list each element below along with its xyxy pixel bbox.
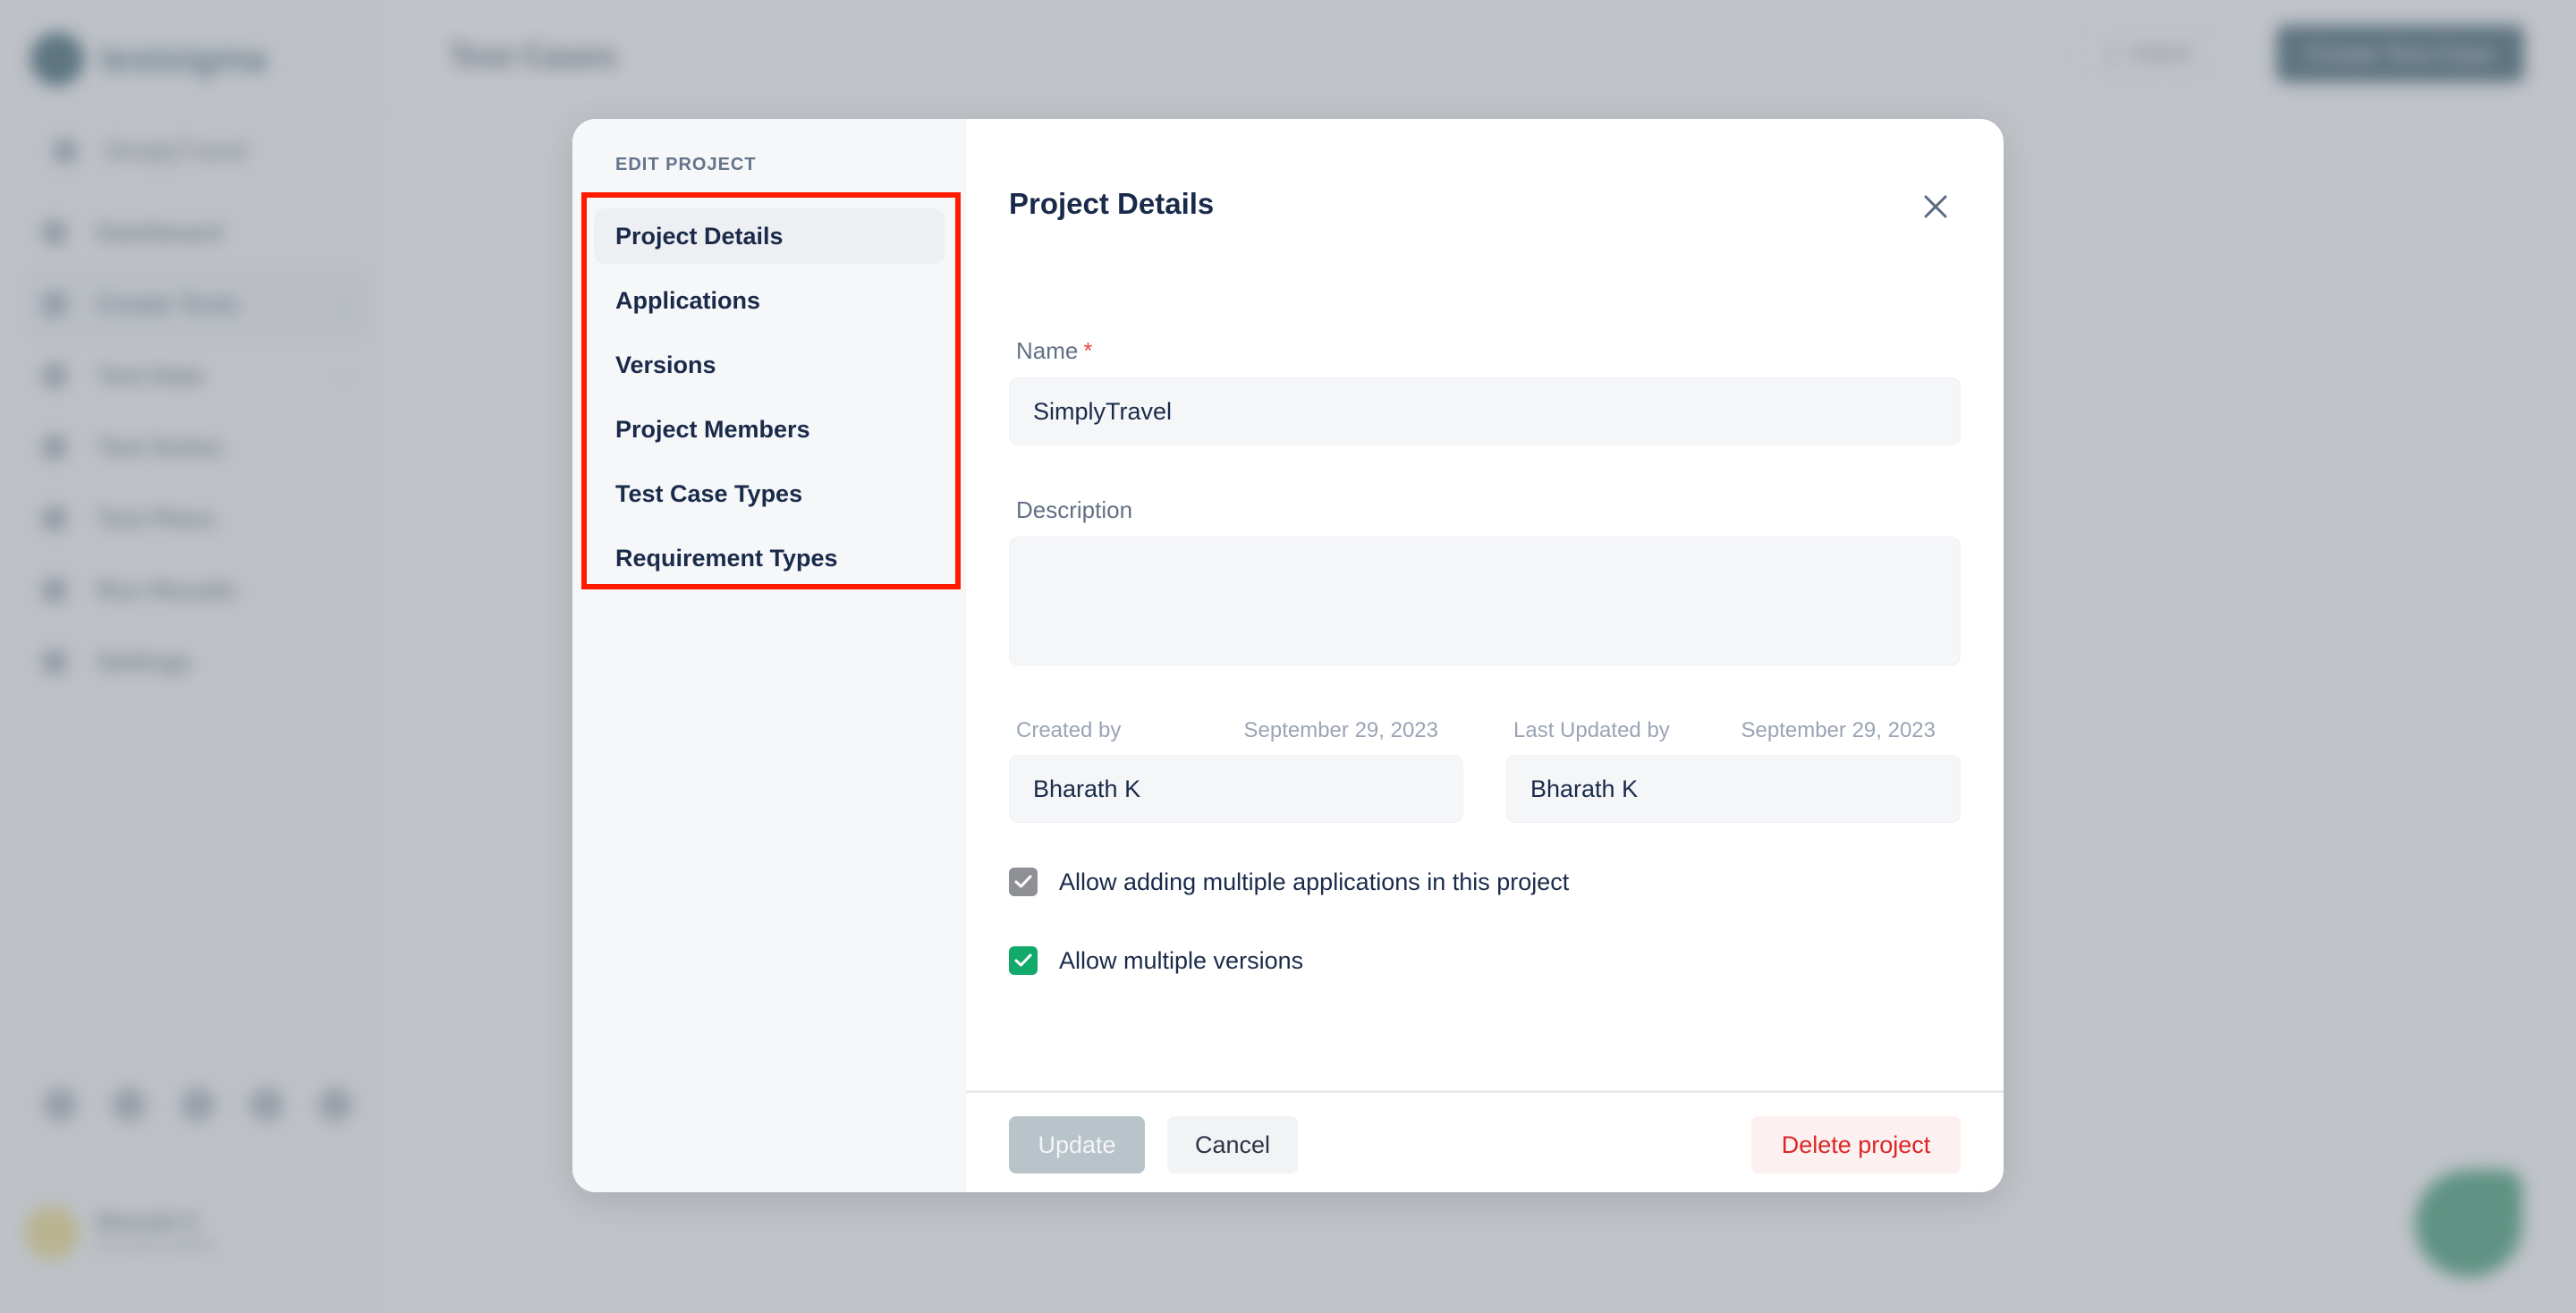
modal-title: Project Details bbox=[1009, 187, 1215, 220]
created-by-label: Created by bbox=[1016, 718, 1122, 742]
name-label: Name * bbox=[1016, 337, 1093, 364]
last-updated-by-label: Last Updated by bbox=[1513, 718, 1670, 742]
delete-project-button[interactable]: Delete project bbox=[1751, 1116, 1961, 1173]
update-button[interactable]: Update bbox=[1009, 1116, 1145, 1173]
created-by-field: Bharath K bbox=[1009, 755, 1463, 823]
multiple-applications-label: Allow adding multiple applications in th… bbox=[1059, 868, 1570, 895]
tab-versions[interactable]: Versions bbox=[594, 337, 945, 393]
description-textarea[interactable] bbox=[1009, 537, 1961, 665]
created-date: September 29, 2023 bbox=[1243, 718, 1439, 742]
tab-applications[interactable]: Applications bbox=[594, 273, 945, 328]
close-icon bbox=[1924, 195, 1947, 218]
multiple-versions-label: Allow multiple versions bbox=[1059, 946, 1304, 974]
modal-content: Project Details Name * SimplyTravel Descr… bbox=[966, 119, 2004, 1192]
cancel-button[interactable]: Cancel bbox=[1167, 1116, 1298, 1173]
modal-sidebar-title: EDIT PROJECT bbox=[615, 155, 757, 174]
tab-project-members[interactable]: Project Members bbox=[594, 402, 945, 457]
required-marker: * bbox=[1083, 337, 1093, 364]
description-label: Description bbox=[1016, 496, 1133, 523]
last-updated-by-field: Bharath K bbox=[1506, 755, 1961, 823]
tab-test-case-types[interactable]: Test Case Types bbox=[594, 466, 945, 521]
multiple-versions-option: Allow multiple versions bbox=[1009, 946, 1303, 975]
close-button[interactable] bbox=[1916, 187, 1955, 226]
modal-footer: Update Cancel Delete project bbox=[966, 1090, 2004, 1192]
tab-project-details[interactable]: Project Details bbox=[594, 208, 945, 264]
last-updated-date: September 29, 2023 bbox=[1741, 718, 1936, 742]
edit-project-modal: EDIT PROJECT Project Details Application… bbox=[572, 119, 2004, 1192]
checkmark-icon bbox=[1014, 953, 1032, 967]
checkmark-icon bbox=[1014, 875, 1032, 888]
tab-requirement-types[interactable]: Requirement Types bbox=[594, 530, 945, 586]
multiple-versions-checkbox[interactable] bbox=[1009, 946, 1038, 975]
app-root: testsigma SimplyTravel Dashboard Create … bbox=[0, 0, 2576, 1313]
multiple-applications-checkbox[interactable] bbox=[1009, 868, 1038, 896]
modal-nav: Project Details Applications Versions Pr… bbox=[594, 208, 945, 595]
multiple-applications-option: Allow adding multiple applications in th… bbox=[1009, 868, 1569, 896]
modal-sidebar: EDIT PROJECT Project Details Application… bbox=[572, 119, 966, 1192]
name-input[interactable]: SimplyTravel bbox=[1009, 377, 1961, 445]
